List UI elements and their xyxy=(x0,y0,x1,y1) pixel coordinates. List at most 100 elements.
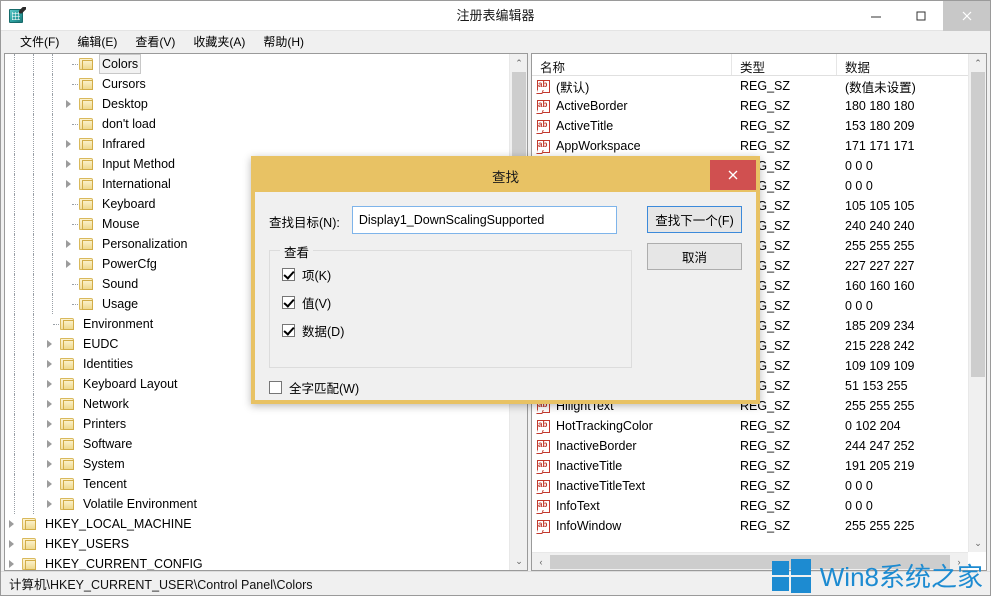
checkbox-whole-word-box[interactable] xyxy=(269,381,282,394)
tree-item[interactable]: HKEY_LOCAL_MACHINE xyxy=(5,514,509,534)
table-row[interactable]: abInactiveTitleTextREG_SZ0 0 0 xyxy=(532,476,968,496)
checkbox-data[interactable]: 数据(D) xyxy=(282,321,619,340)
expand-arrow-icon[interactable] xyxy=(62,154,78,174)
maximize-button[interactable] xyxy=(898,1,943,31)
expand-arrow-icon[interactable] xyxy=(62,134,78,154)
list-scroll-right-icon[interactable]: › xyxy=(950,553,968,571)
checkbox-whole-word[interactable]: 全字匹配(W) xyxy=(269,378,742,397)
tree-item[interactable]: Volatile Environment xyxy=(5,494,509,514)
close-button[interactable] xyxy=(943,1,990,31)
menu-edit[interactable]: 编辑(E) xyxy=(68,32,126,52)
tree-item[interactable]: don't load xyxy=(5,114,509,134)
value-name-text: (默认) xyxy=(556,77,589,96)
menu-view[interactable]: 查看(V) xyxy=(126,32,184,52)
expand-arrow-icon[interactable] xyxy=(43,474,59,494)
menu-help[interactable]: 帮助(H) xyxy=(254,32,313,52)
expand-arrow-icon[interactable] xyxy=(43,394,59,414)
expand-arrow-icon[interactable] xyxy=(43,334,59,354)
tree-item-label: International xyxy=(99,175,174,193)
checkbox-values[interactable]: 值(V) xyxy=(282,293,619,312)
column-header-type[interactable]: 类型 xyxy=(732,54,837,75)
expand-arrow-icon[interactable] xyxy=(5,534,21,554)
tree-indent-guide xyxy=(43,194,62,214)
table-row[interactable]: abActiveTitleREG_SZ153 180 209 xyxy=(532,116,968,136)
tree-item-label: Environment xyxy=(80,315,156,333)
tree-item[interactable]: HKEY_CURRENT_CONFIG xyxy=(5,554,509,570)
tree-indent-guide xyxy=(5,454,24,474)
expand-arrow-icon[interactable] xyxy=(62,234,78,254)
list-hscroll-thumb[interactable] xyxy=(550,555,950,569)
expand-arrow-icon[interactable] xyxy=(43,374,59,394)
expand-arrow-icon[interactable] xyxy=(62,174,78,194)
tree-indent-guide xyxy=(24,254,43,274)
expand-arrow-icon[interactable] xyxy=(43,414,59,434)
tree-scroll-up-icon[interactable]: ⌃ xyxy=(510,54,528,72)
table-row[interactable]: abHotTrackingColorREG_SZ0 102 204 xyxy=(532,416,968,436)
value-type-cell: REG_SZ xyxy=(732,459,837,473)
expand-arrow-icon[interactable] xyxy=(43,454,59,474)
list-vertical-scrollbar[interactable]: ⌃ ⌄ xyxy=(968,54,986,552)
expand-arrow-icon[interactable] xyxy=(62,94,78,114)
tree-item[interactable]: Cursors xyxy=(5,74,509,94)
value-name-cell: abInfoWindow xyxy=(532,519,732,534)
view-options-title: 查看 xyxy=(280,242,313,261)
expand-arrow-icon[interactable] xyxy=(43,434,59,454)
table-row[interactable]: abInactiveBorderREG_SZ244 247 252 xyxy=(532,436,968,456)
cancel-button[interactable]: 取消 xyxy=(647,243,742,270)
expand-arrow-icon[interactable] xyxy=(43,494,59,514)
value-name-cell: abInactiveTitleText xyxy=(532,479,732,494)
checkbox-data-box[interactable] xyxy=(282,324,295,337)
list-scroll-left-icon[interactable]: ‹ xyxy=(532,553,550,571)
expand-arrow-icon[interactable] xyxy=(43,354,59,374)
table-row[interactable]: abInfoTextREG_SZ0 0 0 xyxy=(532,496,968,516)
tree-item[interactable]: System xyxy=(5,454,509,474)
checkbox-keys[interactable]: 项(K) xyxy=(282,265,619,284)
tree-indent-guide xyxy=(24,474,43,494)
table-row[interactable]: abInfoWindowREG_SZ255 255 225 xyxy=(532,516,968,536)
value-type-cell: REG_SZ xyxy=(732,139,837,153)
checkbox-values-box[interactable] xyxy=(282,296,295,309)
column-header-name[interactable]: 名称 xyxy=(532,54,732,75)
menu-favorites[interactable]: 收藏夹(A) xyxy=(184,32,254,52)
tree-item[interactable]: Software xyxy=(5,434,509,454)
table-row[interactable]: ab(默认)REG_SZ(数值未设置) xyxy=(532,76,968,96)
tree-indent-guide xyxy=(43,294,62,314)
value-type-cell: REG_SZ xyxy=(732,519,837,533)
tree-item[interactable]: Printers xyxy=(5,414,509,434)
value-data-cell: 153 180 209 xyxy=(837,119,968,133)
expand-arrow-icon[interactable] xyxy=(62,254,78,274)
find-input[interactable]: Display1_DownScalingSupported xyxy=(352,206,617,234)
column-header-data[interactable]: 数据 xyxy=(837,54,968,75)
tree-indent-guide xyxy=(24,334,43,354)
window-controls xyxy=(853,1,990,31)
list-scroll-thumb[interactable] xyxy=(971,72,985,377)
table-row[interactable]: abInactiveTitleREG_SZ191 205 219 xyxy=(532,456,968,476)
tree-indent-guide xyxy=(24,194,43,214)
tree-indent-guide xyxy=(24,274,43,294)
tree-indent-guide xyxy=(24,454,43,474)
list-scroll-down-icon[interactable]: ⌄ xyxy=(969,534,987,552)
find-dialog-close-button[interactable] xyxy=(710,160,756,190)
find-next-button[interactable]: 查找下一个(F) xyxy=(647,206,742,233)
menu-file[interactable]: 文件(F) xyxy=(11,32,68,52)
tree-item[interactable]: Desktop xyxy=(5,94,509,114)
tree-indent-guide xyxy=(43,234,62,254)
expand-arrow-icon[interactable] xyxy=(5,554,21,570)
tree-indent-guide xyxy=(5,194,24,214)
tree-item[interactable]: Infrared xyxy=(5,134,509,154)
tree-item[interactable]: HKEY_USERS xyxy=(5,534,509,554)
table-row[interactable]: abAppWorkspaceREG_SZ171 171 171 xyxy=(532,136,968,156)
checkbox-keys-box[interactable] xyxy=(282,268,295,281)
tree-item[interactable]: Colors xyxy=(5,54,509,74)
tree-item[interactable]: Tencent xyxy=(5,474,509,494)
folder-icon xyxy=(21,517,38,531)
tree-scroll-down-icon[interactable]: ⌄ xyxy=(510,552,528,570)
expand-arrow-icon[interactable] xyxy=(5,514,21,534)
minimize-button[interactable] xyxy=(853,1,898,31)
string-value-icon: ab xyxy=(536,459,552,474)
list-horizontal-scrollbar[interactable]: ‹ › xyxy=(532,552,968,570)
tree-indent-guide xyxy=(24,314,43,334)
list-scroll-up-icon[interactable]: ⌃ xyxy=(969,54,987,72)
folder-icon xyxy=(59,477,76,491)
table-row[interactable]: abActiveBorderREG_SZ180 180 180 xyxy=(532,96,968,116)
